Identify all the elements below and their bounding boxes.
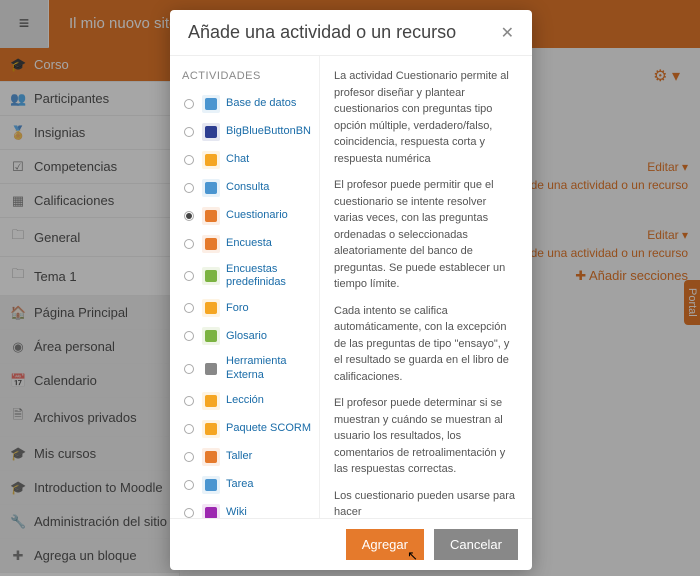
activity-label: Chat bbox=[226, 153, 249, 166]
activity-label: Lección bbox=[226, 394, 264, 407]
radio-icon bbox=[184, 331, 194, 341]
agregar-button[interactable]: Agregar ↖ bbox=[346, 529, 424, 560]
activity-icon bbox=[202, 448, 220, 466]
activity-icon bbox=[202, 207, 220, 225]
radio-icon bbox=[184, 396, 194, 406]
activity-row[interactable]: Encuesta bbox=[182, 230, 319, 258]
activity-label: Base de datos bbox=[226, 97, 296, 110]
activity-row[interactable]: Herramienta Externa bbox=[182, 350, 319, 386]
activity-icon bbox=[202, 267, 220, 285]
activity-label: Encuestas predefinidas bbox=[226, 263, 317, 289]
activity-row[interactable]: BigBlueButtonBN bbox=[182, 118, 319, 146]
radio-icon bbox=[184, 480, 194, 490]
activity-row[interactable]: Glosario bbox=[182, 322, 319, 350]
activity-row[interactable]: Paquete SCORM bbox=[182, 415, 319, 443]
activity-icon bbox=[202, 360, 220, 378]
radio-icon bbox=[184, 424, 194, 434]
radio-icon bbox=[184, 364, 194, 374]
activity-description: La actividad Cuestionario permite al pro… bbox=[320, 56, 532, 518]
activity-icon bbox=[202, 299, 220, 317]
activity-label: Herramienta Externa bbox=[226, 355, 317, 381]
activity-row[interactable]: Encuestas predefinidas bbox=[182, 258, 319, 294]
modal-title: Añade una actividad o un recurso bbox=[188, 22, 456, 43]
radio-icon bbox=[184, 127, 194, 137]
activity-row[interactable]: Consulta bbox=[182, 174, 319, 202]
activity-row[interactable]: Base de datos bbox=[182, 90, 319, 118]
activity-icon bbox=[202, 504, 220, 518]
radio-icon bbox=[184, 211, 194, 221]
activity-row[interactable]: Taller bbox=[182, 443, 319, 471]
close-icon[interactable]: ✕ bbox=[501, 23, 514, 43]
activity-label: Cuestionario bbox=[226, 209, 288, 222]
activity-icon bbox=[202, 476, 220, 494]
activity-row[interactable]: Cuestionario bbox=[182, 202, 319, 230]
activity-icon bbox=[202, 420, 220, 438]
activity-row[interactable]: Foro bbox=[182, 294, 319, 322]
radio-icon bbox=[184, 155, 194, 165]
cancelar-button[interactable]: Cancelar bbox=[434, 529, 518, 560]
activity-label: Wiki bbox=[226, 506, 247, 518]
activity-label: Encuesta bbox=[226, 237, 272, 250]
activity-label: Glosario bbox=[226, 330, 267, 343]
activity-icon bbox=[202, 327, 220, 345]
activity-label: Foro bbox=[226, 302, 249, 315]
radio-icon bbox=[184, 303, 194, 313]
activity-row[interactable]: Lección bbox=[182, 387, 319, 415]
activity-list: ACTIVIDADES Base de datos BigBlueButtonBN… bbox=[170, 56, 320, 518]
activity-icon bbox=[202, 151, 220, 169]
activity-label: Consulta bbox=[226, 181, 269, 194]
activity-icon bbox=[202, 95, 220, 113]
activity-icon bbox=[202, 179, 220, 197]
activity-label: Paquete SCORM bbox=[226, 422, 311, 435]
radio-icon bbox=[184, 183, 194, 193]
activity-label: Tarea bbox=[226, 478, 254, 491]
activity-chooser-modal: Añade una actividad o un recurso ✕ ACTIV… bbox=[170, 10, 532, 570]
radio-icon bbox=[184, 508, 194, 518]
activity-label: Taller bbox=[226, 450, 252, 463]
section-header: ACTIVIDADES bbox=[182, 70, 319, 82]
activity-icon bbox=[202, 235, 220, 253]
radio-icon bbox=[184, 271, 194, 281]
radio-icon bbox=[184, 452, 194, 462]
activity-row[interactable]: Chat bbox=[182, 146, 319, 174]
radio-icon bbox=[184, 99, 194, 109]
radio-icon bbox=[184, 239, 194, 249]
activity-icon bbox=[202, 123, 220, 141]
activity-icon bbox=[202, 392, 220, 410]
activity-label: BigBlueButtonBN bbox=[226, 125, 311, 138]
activity-row[interactable]: Tarea bbox=[182, 471, 319, 499]
cursor-icon: ↖ bbox=[407, 548, 418, 564]
activity-row[interactable]: Wiki bbox=[182, 499, 319, 518]
